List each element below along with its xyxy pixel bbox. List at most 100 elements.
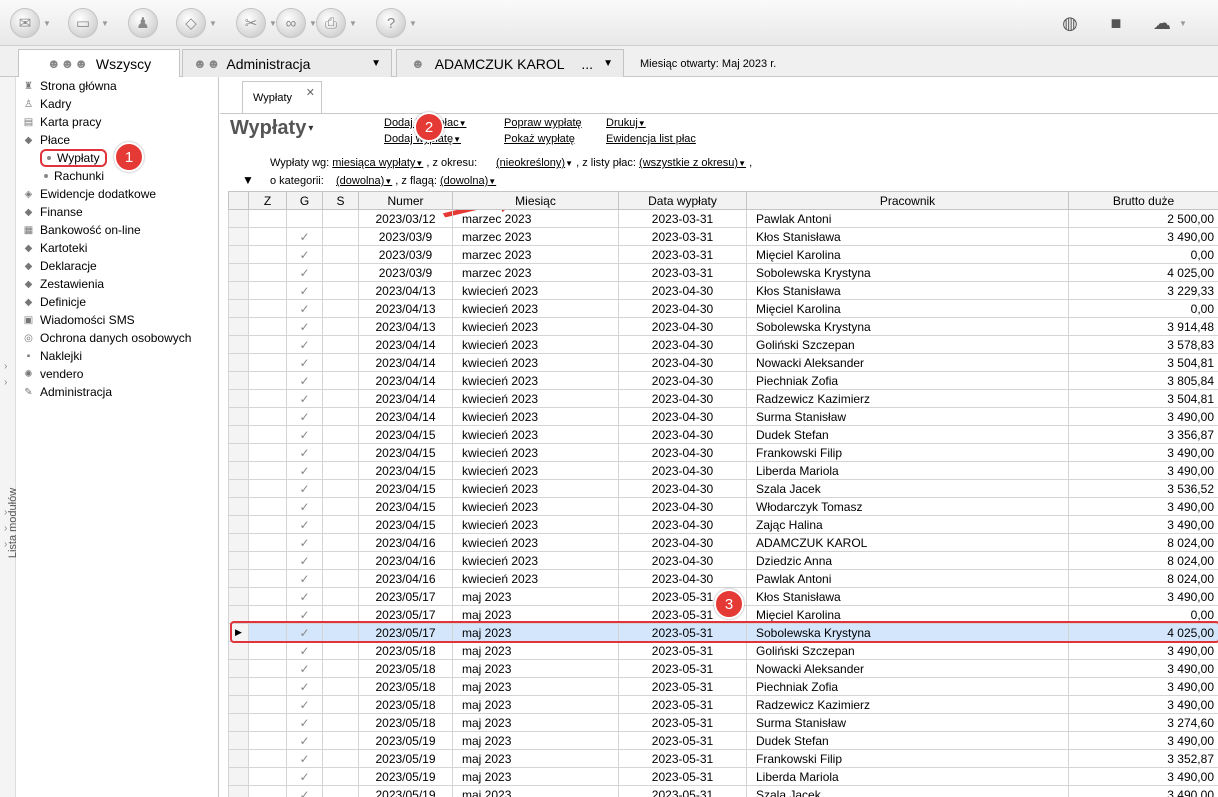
module-list-rail[interactable]: › › › › › Lista modułów: [0, 77, 19, 797]
table-row[interactable]: ✓ 2023/05/18 maj 2023 2023-05-31 Piechniak Z…: [228, 677, 1218, 696]
table-row[interactable]: ✓ 2023/04/15 kwiecień 2023 2023-04-30 Włodar…: [228, 497, 1218, 516]
table-row[interactable]: ✓ 2023/04/16 kwiecień 2023 2023-04-30 ADAMCZ…: [228, 533, 1218, 552]
page-title[interactable]: Wypłaty ▾: [230, 117, 313, 140]
table-row[interactable]: ✓ 2023/04/15 kwiecień 2023 2023-04-30 Zając …: [228, 515, 1218, 534]
staff-icon: ♙: [24, 98, 33, 110]
sidebar-item-ochrona-danych-osobowych[interactable]: ◎ Ochrona danych osobowych: [22, 329, 191, 347]
chevron-down-icon[interactable]: ▼: [43, 19, 51, 28]
toolbar-button-cloud[interactable]: ☁ ▼: [1148, 6, 1187, 40]
cell-numer: 2023/04/13: [358, 317, 453, 336]
sidebar-item-deklaracje[interactable]: ◆ Deklaracje: [22, 257, 97, 275]
table-row[interactable]: ✓ 2023/04/14 kwiecień 2023 2023-04-30 Nowack…: [228, 353, 1218, 372]
sidebar-item-ewidencje-dodatkowe[interactable]: ◈ Ewidencje dodatkowe: [22, 185, 156, 203]
table-row[interactable]: ✓ 2023/05/19 maj 2023 2023-05-31 Dudek Stefa…: [228, 731, 1218, 750]
sidebar-item-definicje[interactable]: ◆ Definicje: [22, 293, 86, 311]
column-header[interactable]: Brutto duże: [1068, 191, 1218, 210]
table-row[interactable]: ▶ ✓ 2023/05/17 maj 2023 2023-05-31 Sobolewska…: [228, 623, 1218, 642]
chevron-down-icon[interactable]: ▼: [409, 19, 417, 28]
table-row[interactable]: ✓ 2023/04/13 kwiecień 2023 2023-04-30 Kłos S…: [228, 281, 1218, 300]
toolbar-button-cube[interactable]: ■: [1102, 6, 1130, 40]
column-header[interactable]: Pracownik: [746, 191, 1069, 210]
sidebar-item-kartoteki[interactable]: ◆ Kartoteki: [22, 239, 88, 257]
table-row[interactable]: ✓ 2023/05/19 maj 2023 2023-05-31 Frankowski …: [228, 749, 1218, 768]
table-row[interactable]: ✓ 2023/04/14 kwiecień 2023 2023-04-30 Piechn…: [228, 371, 1218, 390]
tab-employee[interactable]: ☻ ADAMCZUK KAROL ... ▼: [396, 49, 624, 77]
column-header[interactable]: Data wypłaty: [618, 191, 747, 210]
close-icon[interactable]: ✕: [306, 86, 315, 99]
sidebar-item-zestawienia[interactable]: ◆ Zestawienia: [22, 275, 104, 293]
table-row[interactable]: 2023/03/12 marzec 2023 2023-03-31 Pawlak An…: [228, 209, 1218, 228]
tab-wyplaty[interactable]: Wypłaty ✕: [242, 81, 322, 113]
cell-s: [322, 479, 359, 498]
more-button[interactable]: ...: [581, 56, 593, 72]
table-row[interactable]: ✓ 2023/03/9 marzec 2023 2023-03-31 Sobolewsk…: [228, 263, 1218, 282]
sidebar-item-finanse[interactable]: ◆ Finanse: [22, 203, 83, 221]
toolbar-button-tools[interactable]: ✂ ▼: [236, 6, 277, 40]
chevron-down-icon[interactable]: ▼: [349, 19, 357, 28]
table-row[interactable]: ✓ 2023/05/19 maj 2023 2023-05-31 Szala Jacek…: [228, 785, 1218, 797]
category-select[interactable]: (dowolna)▼: [336, 175, 392, 187]
sidebar-item-wyplaty[interactable]: Wypłaty: [40, 149, 107, 167]
chevron-down-icon[interactable]: ▼: [603, 58, 613, 69]
table-row[interactable]: ✓ 2023/03/9 marzec 2023 2023-03-31 Mięciel K…: [228, 245, 1218, 264]
toolbar-button-globe[interactable]: ◍: [1056, 6, 1084, 40]
table-row[interactable]: ✓ 2023/04/15 kwiecień 2023 2023-04-30 Franko…: [228, 443, 1218, 462]
sidebar-item-rachunki[interactable]: Rachunki: [44, 167, 104, 185]
print-link[interactable]: Drukuj▼: [606, 117, 646, 129]
edit-payment-link[interactable]: Popraw wypłatę: [504, 117, 582, 129]
flag-select[interactable]: (dowolna)▼: [440, 175, 496, 187]
sidebar-item-administracja[interactable]: ✎ Administracja: [22, 383, 112, 401]
period-select[interactable]: (nieokreślony)▼ , z listy płac: (wszystk…: [496, 157, 752, 169]
toolbar-button-person[interactable]: ♟: [128, 6, 158, 40]
table-row[interactable]: ✓ 2023/05/18 maj 2023 2023-05-31 Goliński Sz…: [228, 641, 1218, 660]
table-row[interactable]: ✓ 2023/03/9 marzec 2023 2023-03-31 Kłos Stan…: [228, 227, 1218, 246]
sidebar-item-płace[interactable]: ◆ Płace: [22, 131, 70, 149]
toolbar-button-printer[interactable]: ⎙ ▼: [316, 6, 357, 40]
filter-by-select[interactable]: miesiąca wypłaty▼: [332, 157, 423, 169]
table-row[interactable]: ✓ 2023/05/18 maj 2023 2023-05-31 Surma Stani…: [228, 713, 1218, 732]
chevron-right-icon[interactable]: ›: [4, 377, 7, 388]
sidebar-item-wiadomości-sms[interactable]: ▣ Wiadomości SMS: [22, 311, 135, 329]
table-row[interactable]: ✓ 2023/05/18 maj 2023 2023-05-31 Nowacki Ale…: [228, 659, 1218, 678]
table-row[interactable]: ✓ 2023/04/14 kwiecień 2023 2023-04-30 Golińs…: [228, 335, 1218, 354]
table-row[interactable]: ✓ 2023/04/15 kwiecień 2023 2023-04-30 Dudek …: [228, 425, 1218, 444]
sidebar-item-vendero[interactable]: ✺ vendero: [22, 365, 83, 383]
table-row[interactable]: ✓ 2023/04/14 kwiecień 2023 2023-04-30 Surma …: [228, 407, 1218, 426]
table-row[interactable]: ✓ 2023/04/13 kwiecień 2023 2023-04-30 Sobole…: [228, 317, 1218, 336]
toolbar-button-link[interactable]: ∞ ▼: [276, 6, 317, 40]
payroll-list-select[interactable]: (wszystkie z okresu)▼: [639, 157, 746, 169]
chevron-down-icon[interactable]: ▼: [209, 19, 217, 28]
show-payment-link[interactable]: Pokaż wypłatę: [504, 133, 575, 145]
chevron-down-icon[interactable]: ▼: [371, 58, 381, 69]
chevron-right-icon[interactable]: ›: [4, 361, 7, 372]
table-row[interactable]: ✓ 2023/04/15 kwiecień 2023 2023-04-30 Liberd…: [228, 461, 1218, 480]
column-header[interactable]: S: [322, 191, 359, 210]
toolbar-button-mail[interactable]: ✉ ▼: [10, 6, 51, 40]
table-row[interactable]: ✓ 2023/04/13 kwiecień 2023 2023-04-30 Mięcie…: [228, 299, 1218, 318]
toolbar-button-eraser[interactable]: ◇ ▼: [176, 6, 217, 40]
sidebar-item-kadry[interactable]: ♙ Kadry: [22, 95, 71, 113]
table-row[interactable]: ✓ 2023/04/15 kwiecień 2023 2023-04-30 Szala …: [228, 479, 1218, 498]
table-row[interactable]: ✓ 2023/04/14 kwiecień 2023 2023-04-30 Radzew…: [228, 389, 1218, 408]
chevron-down-icon[interactable]: ▼: [1179, 19, 1187, 28]
table-row[interactable]: ✓ 2023/04/16 kwiecień 2023 2023-04-30 Dziedz…: [228, 551, 1218, 570]
toolbar-button-folder[interactable]: ▭ ▼: [68, 6, 109, 40]
payments-grid[interactable]: Z G S Numer Miesiąc Data wypłaty Pracownik Brut…: [228, 191, 1218, 797]
column-header[interactable]: Numer: [358, 191, 453, 210]
tab-administration[interactable]: ☻☻ Administracja ▼: [182, 49, 392, 77]
tab-all[interactable]: ☻☻☻ Wszyscy: [18, 49, 180, 77]
filter-collapse-icon[interactable]: ▼: [242, 173, 254, 187]
column-header[interactable]: Z: [248, 191, 287, 210]
sidebar-item-naklejki[interactable]: ▪ Naklejki: [22, 347, 82, 365]
sidebar-item-bankowość-on-line[interactable]: ▦ Bankowość on-line: [22, 221, 141, 239]
sidebar-item-karta-pracy[interactable]: ▤ Karta pracy: [22, 113, 102, 131]
payroll-register-link[interactable]: Ewidencja list płac: [606, 133, 696, 145]
table-row[interactable]: ✓ 2023/05/19 maj 2023 2023-05-31 Liberda Mar…: [228, 767, 1218, 786]
toolbar-button-help[interactable]: ? ▼: [376, 6, 417, 40]
chevron-down-icon[interactable]: ▼: [101, 19, 109, 28]
table-row[interactable]: ✓ 2023/04/16 kwiecień 2023 2023-04-30 Pawlak…: [228, 569, 1218, 588]
column-header[interactable]: G: [286, 191, 323, 210]
table-row[interactable]: ✓ 2023/05/18 maj 2023 2023-05-31 Radzewicz K…: [228, 695, 1218, 714]
sidebar-item-strona-główna[interactable]: ♜ Strona główna: [22, 77, 117, 95]
column-header[interactable]: Miesiąc: [452, 191, 619, 210]
